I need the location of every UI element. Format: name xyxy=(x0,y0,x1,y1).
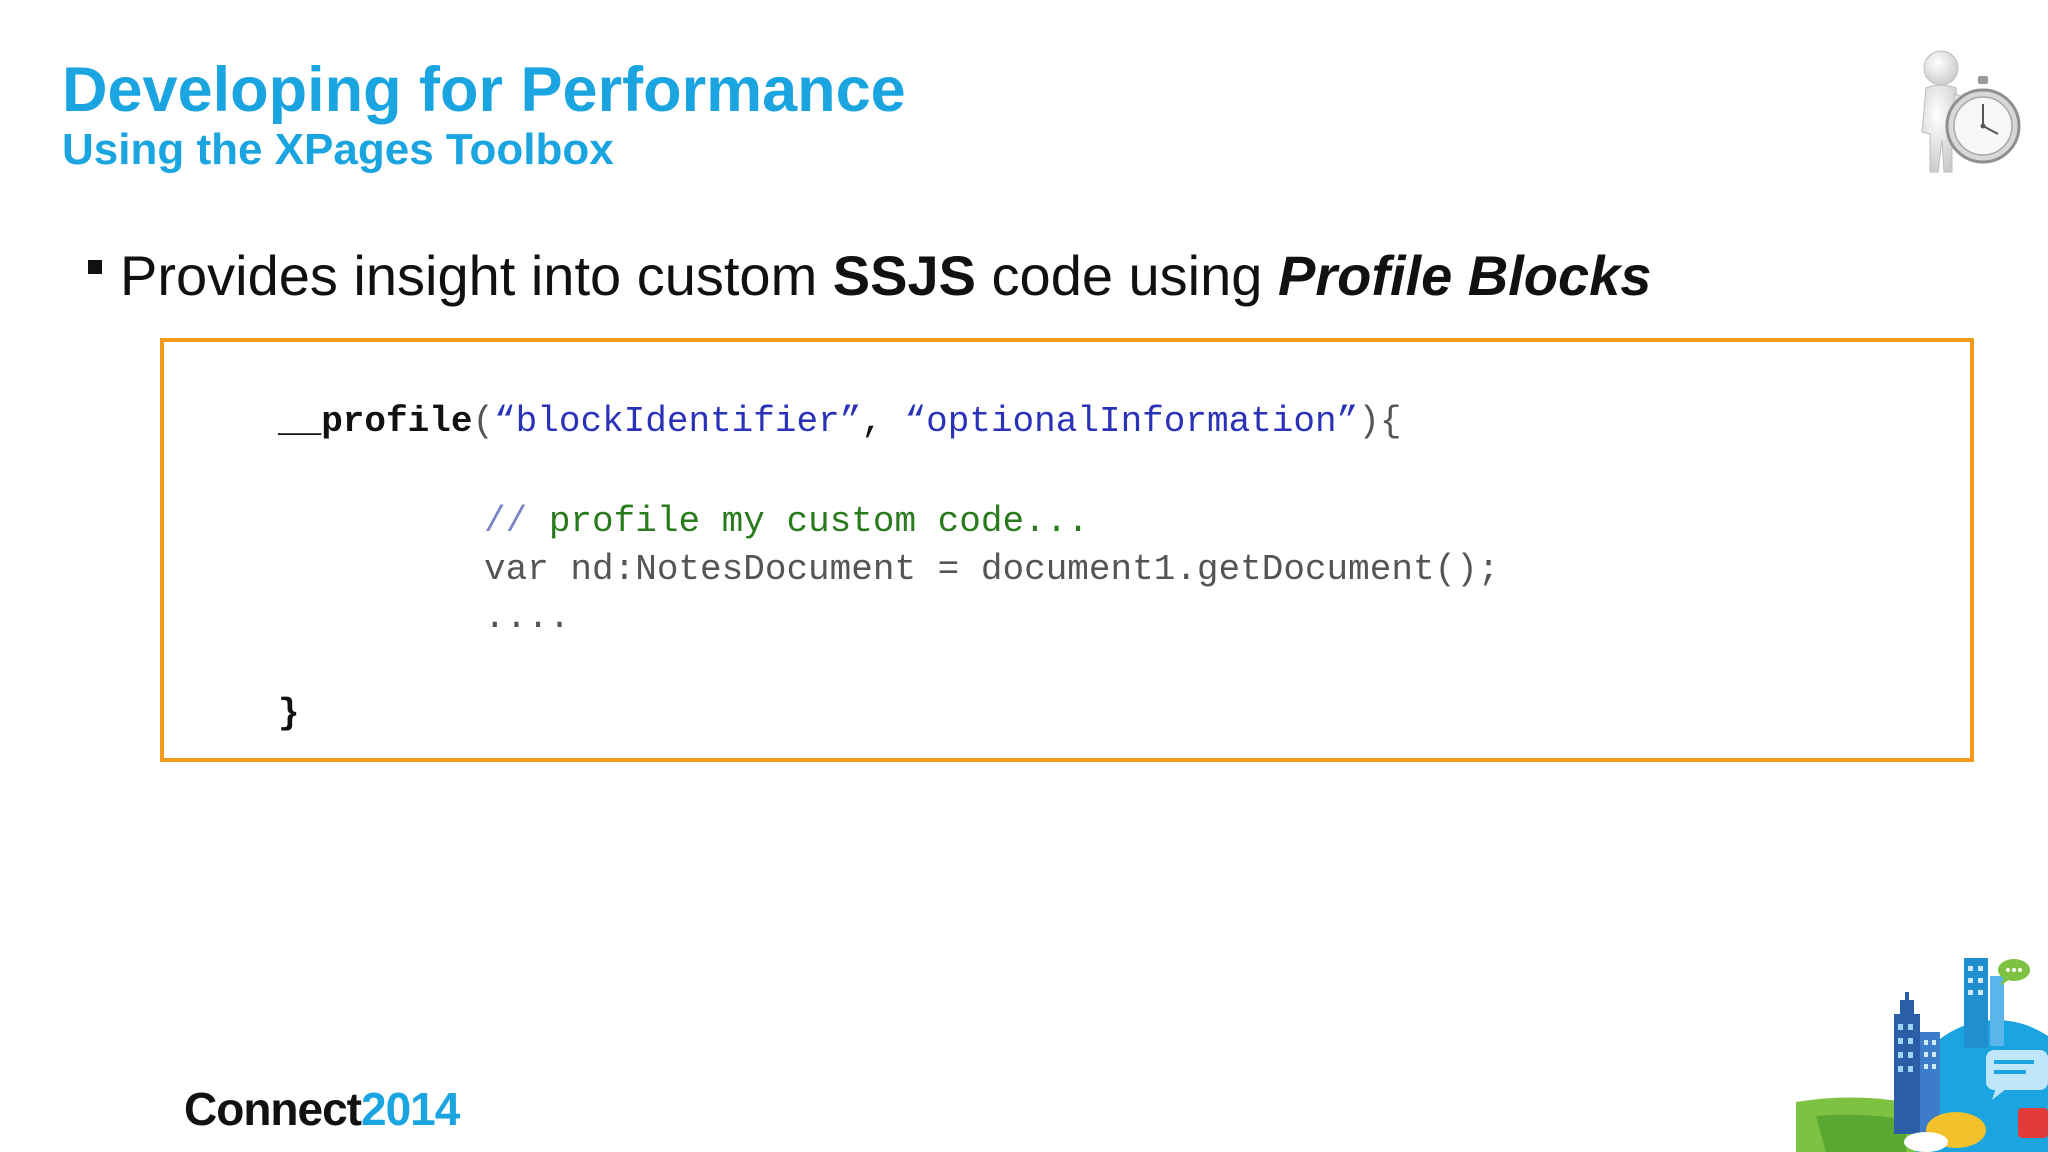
code-line-var: var nd:NotesDocument = document1.getDocu… xyxy=(484,549,1500,590)
bullet-text-prefix: Provides insight into custom xyxy=(120,244,833,307)
figure-with-stopwatch-icon xyxy=(1921,50,2021,173)
code-line-profile-call: __profile(“blockIdentifier”, “optionalIn… xyxy=(278,400,1401,444)
code-string-arg2: “optionalInformation” xyxy=(904,401,1359,442)
slide-subtitle: Using the XPages Toolbox xyxy=(62,125,614,174)
bullet-item: Provides insight into custom SSJS code u… xyxy=(88,240,1651,312)
code-string-arg1: “blockIdentifier” xyxy=(494,401,862,442)
code-line-comment: // profile my custom code... xyxy=(484,500,1089,544)
logo-word: Connect xyxy=(184,1083,362,1135)
code-paren-close: ){ xyxy=(1358,401,1402,442)
slide: Developing for Performance Using the XPa… xyxy=(0,0,2048,1152)
slide-title: Developing for Performance xyxy=(62,55,906,125)
code-keyword: __profile xyxy=(278,401,473,442)
bullet-text-ssjs: SSJS xyxy=(832,244,976,307)
connect-city-illustration xyxy=(1796,958,2048,1152)
bullet-text-middle: code using xyxy=(975,244,1278,307)
code-comment-slashes: // xyxy=(484,501,528,542)
logo-year: 2014 xyxy=(361,1083,460,1135)
code-line-close-brace: } xyxy=(278,693,300,734)
code-example-box: __profile(“blockIdentifier”, “optionalIn… xyxy=(160,338,1974,762)
bullet-text: Provides insight into custom SSJS code u… xyxy=(120,240,1651,312)
bullet-marker xyxy=(88,260,102,274)
code-comma: , xyxy=(861,401,905,442)
bullet-text-profile-blocks: Profile Blocks xyxy=(1277,244,1652,307)
code-paren-open: ( xyxy=(472,401,495,442)
code-line-ellipsis: .... xyxy=(484,597,571,638)
connect-2014-logo: Connect2014 xyxy=(184,1082,460,1136)
code-comment-text: profile my custom code... xyxy=(527,501,1089,542)
